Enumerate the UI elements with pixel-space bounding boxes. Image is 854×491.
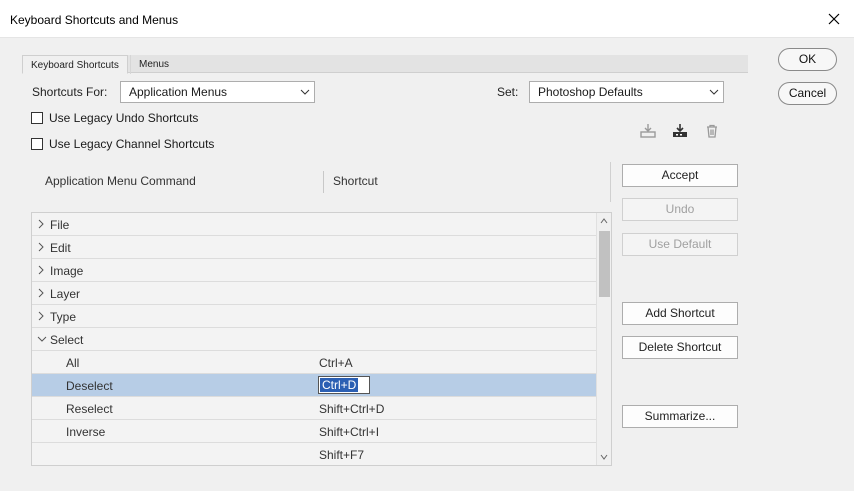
row-shortcut[interactable]: Shift+Ctrl+I bbox=[319, 425, 379, 439]
row-command: Image bbox=[50, 264, 84, 278]
row-command: Inverse bbox=[66, 425, 106, 439]
save-set-as-icon bbox=[673, 124, 687, 137]
row-command: Reselect bbox=[66, 402, 113, 416]
use-default-button[interactable]: Use Default bbox=[622, 233, 738, 256]
undo-button[interactable]: Undo bbox=[622, 198, 738, 221]
row-command: Deselect bbox=[66, 379, 113, 393]
table-row[interactable]: Select bbox=[32, 328, 597, 351]
row-command: Layer bbox=[50, 287, 81, 301]
shortcuts-for-value: Application Menus bbox=[129, 85, 228, 99]
scroll-up-button[interactable] bbox=[597, 213, 611, 229]
chevron-down-icon bbox=[600, 454, 608, 460]
table-row[interactable]: Layer bbox=[32, 282, 597, 305]
tab-keyboard-shortcuts[interactable]: Keyboard Shortcuts bbox=[22, 55, 128, 74]
chevron-down-icon bbox=[709, 89, 719, 95]
table-row[interactable]: Type bbox=[32, 305, 597, 328]
chevron-down-icon[interactable] bbox=[37, 334, 47, 344]
legacy-channel-checkbox[interactable] bbox=[31, 138, 43, 150]
legacy-undo-label: Use Legacy Undo Shortcuts bbox=[49, 111, 199, 125]
title-bar: Keyboard Shortcuts and Menus bbox=[0, 0, 854, 38]
legacy-undo-checkbox-row[interactable]: Use Legacy Undo Shortcuts bbox=[31, 111, 198, 125]
legacy-channel-label: Use Legacy Channel Shortcuts bbox=[49, 137, 215, 151]
row-command: Edit bbox=[50, 241, 71, 255]
delete-set-button[interactable] bbox=[702, 122, 722, 140]
shortcut-edit-field[interactable]: Ctrl+D bbox=[318, 376, 370, 394]
row-shortcut[interactable]: Shift+Ctrl+D bbox=[319, 402, 384, 416]
shortcuts-for-label: Shortcuts For: bbox=[32, 85, 108, 99]
close-icon bbox=[828, 13, 840, 25]
table-row[interactable]: Image bbox=[32, 259, 597, 282]
window-title: Keyboard Shortcuts and Menus bbox=[10, 13, 179, 27]
shortcuts-table: File Edit Image Layer Type Select All Ct… bbox=[31, 212, 612, 466]
table-row[interactable]: All Ctrl+A bbox=[32, 351, 597, 374]
tab-strip: Keyboard Shortcuts Menus bbox=[22, 55, 748, 74]
close-button[interactable] bbox=[820, 6, 848, 32]
shortcut-column-header[interactable]: Shortcut bbox=[333, 174, 378, 188]
set-dropdown[interactable]: Photoshop Defaults bbox=[529, 81, 724, 103]
table-row[interactable]: Edit bbox=[32, 236, 597, 259]
save-set-icon bbox=[640, 124, 656, 138]
chevron-right-icon[interactable] bbox=[37, 219, 45, 229]
chevron-right-icon[interactable] bbox=[37, 311, 45, 321]
row-command: File bbox=[50, 218, 70, 232]
column-divider bbox=[323, 171, 324, 193]
table-row[interactable]: File bbox=[32, 213, 597, 236]
table-row[interactable]: Inverse Shift+Ctrl+I bbox=[32, 420, 597, 443]
chevron-up-icon bbox=[600, 218, 608, 224]
ok-button[interactable]: OK bbox=[778, 48, 837, 71]
delete-shortcut-button[interactable]: Delete Shortcut bbox=[622, 336, 738, 359]
delete-set-icon bbox=[707, 124, 717, 138]
row-command: Type bbox=[50, 310, 77, 324]
shortcuts-for-dropdown[interactable]: Application Menus bbox=[120, 81, 315, 103]
accept-button[interactable]: Accept bbox=[622, 164, 738, 187]
row-shortcut[interactable]: Ctrl+A bbox=[319, 356, 353, 370]
legacy-undo-checkbox[interactable] bbox=[31, 112, 43, 124]
set-value: Photoshop Defaults bbox=[538, 85, 643, 99]
row-shortcut[interactable]: Shift+F7 bbox=[319, 448, 364, 462]
vertical-scrollbar[interactable] bbox=[596, 213, 611, 465]
row-command: Select bbox=[50, 333, 84, 347]
chevron-right-icon[interactable] bbox=[37, 265, 45, 275]
table-row[interactable]: Shift+F7 bbox=[32, 443, 597, 465]
tab-menus[interactable]: Menus bbox=[130, 55, 178, 74]
command-column-header[interactable]: Application Menu Command bbox=[45, 174, 196, 188]
panel-divider bbox=[610, 162, 611, 202]
chevron-down-icon bbox=[300, 89, 310, 95]
save-set-button[interactable] bbox=[638, 122, 658, 140]
summarize-button[interactable]: Summarize... bbox=[622, 405, 738, 428]
scroll-down-button[interactable] bbox=[597, 449, 611, 465]
cancel-button[interactable]: Cancel bbox=[778, 82, 837, 105]
chevron-right-icon[interactable] bbox=[37, 288, 45, 298]
set-label: Set: bbox=[497, 85, 519, 99]
save-set-as-button[interactable] bbox=[670, 122, 690, 140]
shortcut-edit-value: Ctrl+D bbox=[320, 378, 359, 392]
chevron-right-icon[interactable] bbox=[37, 242, 45, 252]
table-row-selected[interactable]: Deselect Ctrl+D bbox=[32, 374, 597, 397]
row-command: All bbox=[66, 356, 80, 370]
legacy-channel-checkbox-row[interactable]: Use Legacy Channel Shortcuts bbox=[31, 137, 214, 151]
table-row[interactable]: Reselect Shift+Ctrl+D bbox=[32, 397, 597, 420]
add-shortcut-button[interactable]: Add Shortcut bbox=[622, 302, 738, 325]
scrollbar-thumb[interactable] bbox=[599, 231, 610, 297]
